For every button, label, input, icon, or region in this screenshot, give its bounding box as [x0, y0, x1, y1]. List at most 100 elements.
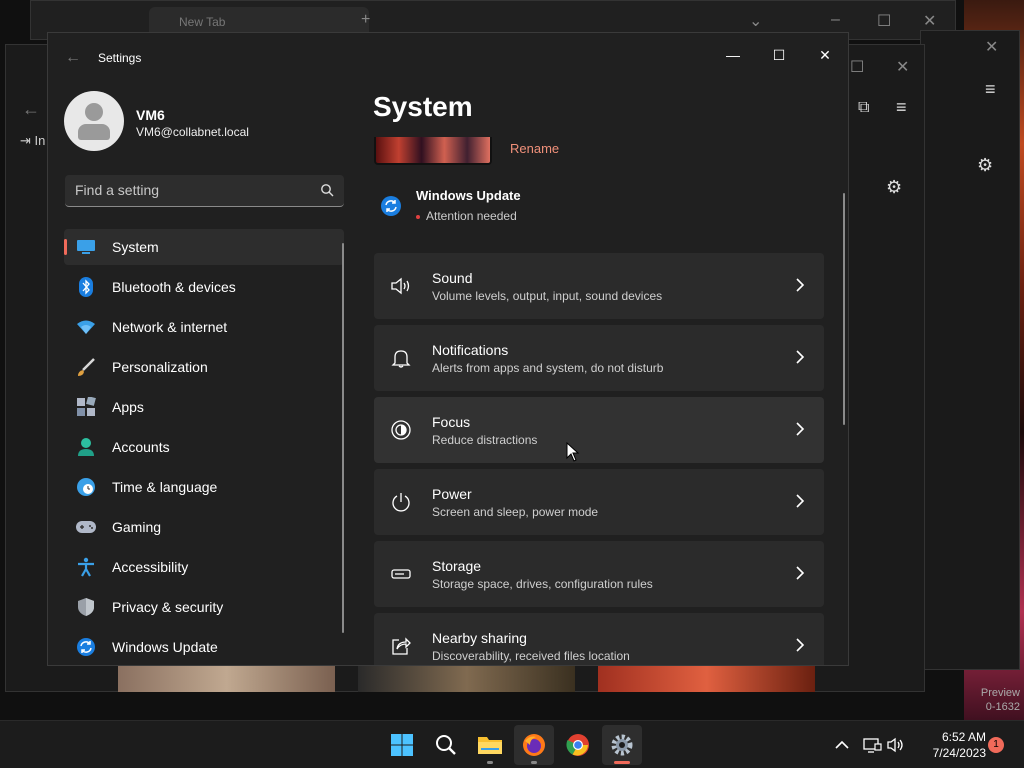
background-settings-gear-icon[interactable]: ⚙	[886, 177, 902, 198]
mouse-cursor-icon	[566, 442, 580, 462]
gaming-icon	[76, 517, 96, 537]
title-bar[interactable]: ← Settings — ☐ ✕	[48, 33, 848, 83]
background-close-icon-2[interactable]: ✕	[985, 37, 998, 57]
background-chevron-down-icon[interactable]: ⌄	[749, 11, 762, 31]
sidebar-item-label: Network & internet	[112, 319, 228, 335]
settings-card-power[interactable]: Power Screen and sleep, power mode	[374, 469, 824, 535]
search-icon[interactable]	[320, 183, 334, 197]
sidebar-item-label: Apps	[112, 399, 144, 415]
bluetooth-icon	[76, 277, 96, 297]
preview-line-1: Preview	[980, 687, 1020, 699]
chevron-up-icon[interactable]	[832, 735, 852, 755]
taskbar-settings[interactable]	[602, 725, 642, 765]
card-title: Power	[432, 486, 472, 502]
card-title: Storage	[432, 558, 482, 574]
sidebar-item-label: Gaming	[112, 519, 162, 535]
background-back-icon[interactable]: ←	[22, 99, 40, 120]
background-close-icon-3[interactable]: ✕	[896, 57, 909, 77]
thumbnail-3[interactable]	[598, 662, 815, 692]
chevron-right-icon	[796, 494, 805, 508]
sidebar-item-accessibility[interactable]: Accessibility	[64, 549, 344, 585]
preview-text: Preview 0-1632	[981, 686, 1020, 714]
card-title: Focus	[432, 414, 471, 430]
close-button[interactable]: ✕	[802, 39, 848, 71]
main-scrollbar[interactable]	[843, 193, 845, 425]
sidebar-item-label: System	[112, 239, 159, 255]
sidebar-item-accounts[interactable]: Accounts	[64, 429, 344, 465]
sidebar-item-personalization[interactable]: Personalization	[64, 349, 344, 385]
power-icon	[392, 493, 410, 512]
background-tab-title: New Tab	[179, 15, 226, 29]
volume-icon[interactable]	[886, 735, 906, 755]
avatar[interactable]	[64, 91, 124, 151]
profile-email: VM6@collabnet.local	[136, 125, 249, 139]
rename-link[interactable]: Rename	[510, 141, 559, 156]
background-close-icon[interactable]: ✕	[923, 11, 936, 31]
device-wallpaper-thumbnail	[374, 137, 492, 165]
settings-card-notifications[interactable]: Notifications Alerts from apps and syste…	[374, 325, 824, 391]
sidebar-item-system[interactable]: System	[64, 229, 344, 265]
back-arrow-icon[interactable]: ←	[62, 47, 84, 69]
taskbar-file-explorer[interactable]	[470, 725, 510, 765]
windows-update-icon	[76, 637, 96, 657]
sidebar-item-network[interactable]: Network & internet	[64, 309, 344, 345]
background-toolbar-item[interactable]: ⇥ In	[20, 133, 45, 149]
card-subtitle: Alerts from apps and system, do not dist…	[432, 361, 664, 375]
sidebar-item-privacy[interactable]: Privacy & security	[64, 589, 344, 625]
folder-icon	[478, 737, 502, 754]
background-maximize-icon[interactable]: ☐	[877, 11, 891, 31]
background-new-tab-icon[interactable]: +	[361, 11, 370, 29]
network-icon	[76, 317, 96, 337]
search-box[interactable]	[65, 175, 344, 207]
clock-date: 7/24/2023	[932, 746, 986, 760]
settings-card-sound[interactable]: Sound Volume levels, output, input, soun…	[374, 253, 824, 319]
card-title: Notifications	[432, 342, 509, 358]
sidebar-item-bluetooth[interactable]: Bluetooth & devices	[64, 269, 344, 305]
card-subtitle: Reduce distractions	[432, 433, 538, 447]
background-maximize-icon-2[interactable]: ☐	[850, 57, 864, 77]
sidebar-item-label: Time & language	[112, 479, 218, 495]
minimize-button[interactable]: —	[710, 39, 756, 71]
settings-card-nearby-sharing[interactable]: Nearby sharing Discoverability, received…	[374, 613, 824, 665]
avatar-head	[85, 103, 103, 121]
settings-card-storage[interactable]: Storage Storage space, drives, configura…	[374, 541, 824, 607]
notification-badge[interactable]: 1	[988, 737, 1004, 753]
running-indicator	[487, 761, 493, 764]
maximize-button[interactable]: ☐	[756, 39, 802, 71]
sidebar-scrollbar[interactable]	[342, 243, 344, 633]
accessibility-icon	[76, 557, 96, 577]
storage-icon	[391, 569, 411, 579]
sidebar-item-gaming[interactable]: Gaming	[64, 509, 344, 545]
firefox-icon	[523, 734, 545, 756]
sidebar-item-apps[interactable]: Apps	[64, 389, 344, 425]
background-gear-icon[interactable]: ⚙	[977, 155, 993, 176]
search-input[interactable]	[65, 175, 305, 205]
system-icon	[76, 237, 96, 257]
chevron-right-icon	[796, 638, 805, 652]
windows-update-status-label: Attention needed	[426, 209, 517, 223]
sidebar-item-label: Accounts	[112, 439, 170, 455]
thumbnail-2[interactable]	[358, 662, 575, 692]
chevron-right-icon	[796, 350, 805, 364]
extensions-icon[interactable]: ⧉	[858, 99, 869, 117]
taskbar-clock[interactable]: 6:52 AM 7/24/2023	[916, 729, 986, 761]
avatar-body	[78, 124, 110, 140]
windows-update-status-text: Attention needed	[416, 209, 517, 223]
background-menu-icon[interactable]: ≡	[985, 79, 996, 100]
sidebar-item-windows-update[interactable]: Windows Update	[64, 629, 344, 665]
start-button[interactable]	[382, 725, 422, 765]
sidebar-nav: System Bluetooth & devices Network & int…	[64, 229, 344, 665]
network-tray-icon[interactable]	[862, 735, 882, 755]
chrome-icon	[566, 734, 589, 756]
background-menu-icon-2[interactable]: ≡	[896, 97, 907, 118]
settings-card-focus[interactable]: Focus Reduce distractions	[374, 397, 824, 463]
taskbar-chrome[interactable]	[558, 725, 598, 765]
thumbnail-1[interactable]	[118, 662, 335, 692]
sidebar-item-time-language[interactable]: Time & language	[64, 469, 344, 505]
taskbar-firefox[interactable]	[514, 725, 554, 765]
nearby-sharing-icon	[392, 637, 411, 655]
focus-icon	[391, 420, 411, 440]
chevron-right-icon	[796, 422, 805, 436]
taskbar-search-button[interactable]	[426, 725, 466, 765]
background-minimize-icon[interactable]: –	[831, 11, 840, 29]
